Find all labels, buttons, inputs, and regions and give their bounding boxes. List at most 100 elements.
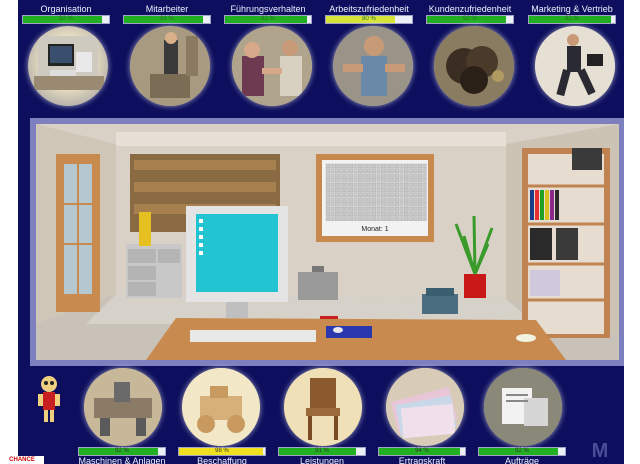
kpi-label: Beschaffung — [197, 456, 247, 464]
orders-icon[interactable] — [484, 368, 562, 446]
board-cell — [422, 216, 427, 221]
board-cell — [413, 163, 418, 169]
board-cell — [367, 211, 372, 217]
board-cell — [362, 187, 367, 193]
board-cell — [362, 192, 367, 197]
kpi-mitarbeiter[interactable]: Mitarbeiter 84 % — [119, 4, 215, 24]
board-cell — [335, 211, 340, 217]
board-cell — [358, 207, 363, 212]
mouse[interactable] — [333, 327, 343, 333]
board-cell — [348, 163, 353, 169]
board-cell — [404, 173, 409, 178]
kpi-bar: 94 % — [378, 447, 466, 456]
kpi-label: Aufträge — [504, 456, 540, 464]
kpi-beschaffung[interactable]: 98 % Beschaffung — [174, 447, 270, 464]
board-cell — [344, 211, 349, 217]
kpi-ertragskraft[interactable]: 94 % Ertragskraft — [374, 447, 470, 464]
board-cell — [344, 168, 349, 173]
money-icon[interactable] — [386, 368, 464, 446]
board-cell — [390, 216, 395, 221]
board-cell — [371, 183, 376, 188]
board-cell — [413, 183, 418, 188]
board-cell — [367, 202, 372, 207]
board-cell — [399, 168, 404, 173]
board-cell — [325, 168, 330, 173]
board-cell — [330, 187, 335, 193]
board-cell — [408, 207, 413, 212]
board-cell — [339, 202, 344, 207]
board-cell — [404, 187, 409, 193]
board-cell — [385, 192, 390, 197]
kpi-organisation[interactable]: Organisation 92 % — [18, 4, 114, 24]
board-cell — [385, 163, 390, 169]
kpi-label: Leistungen — [299, 456, 345, 464]
office-scene: Monat: 1 — [30, 118, 624, 366]
board-cell — [339, 187, 344, 193]
board-cell — [390, 202, 395, 207]
brand-logo: CHANCE — [0, 456, 44, 464]
board-cell — [325, 173, 330, 178]
board-cell — [381, 178, 386, 183]
employee-icon[interactable] — [130, 26, 210, 106]
board-cell — [344, 207, 349, 212]
board-cell — [413, 187, 418, 193]
kpi-leistungen[interactable]: 91 % Leistungen — [274, 447, 370, 464]
kpi-fuehrung[interactable]: Führungsverhalten 92 % — [220, 4, 316, 24]
board-cell — [417, 216, 422, 221]
board-cell — [362, 173, 367, 178]
board-cell — [348, 216, 353, 221]
board-cell — [404, 216, 409, 221]
helper-character-icon[interactable] — [36, 374, 62, 426]
board-cell — [348, 183, 353, 188]
board-cell — [348, 173, 353, 178]
board-cell — [422, 202, 427, 207]
board-cell — [353, 197, 358, 202]
board-cell — [399, 197, 404, 202]
kpi-bar: 80 % — [325, 15, 413, 24]
board-cell — [330, 183, 335, 188]
board-cell — [394, 183, 399, 188]
kpi-auftraege[interactable]: 92 % Aufträge — [474, 447, 570, 464]
board-cell — [358, 178, 363, 183]
board-cell — [339, 192, 344, 197]
kpi-label: Maschinen & Anlagen — [78, 456, 166, 464]
kpi-label: Marketing & Vertrieb — [531, 4, 613, 14]
businessman-running-icon[interactable] — [535, 26, 615, 106]
board-cell — [353, 183, 358, 188]
board-cell — [344, 163, 349, 169]
board-cell — [417, 207, 422, 212]
keyboard[interactable] — [190, 330, 316, 342]
telephone[interactable] — [422, 294, 458, 314]
board-cell — [390, 207, 395, 212]
computer-workstation-icon[interactable] — [28, 26, 108, 106]
kpi-marketing[interactable]: Marketing & Vertrieb 92 % — [524, 4, 620, 24]
kpi-kundenzufriedenheit[interactable]: Kundenzufriedenheit 92 % — [422, 4, 518, 24]
board-cell — [330, 178, 335, 183]
board-cell — [394, 187, 399, 193]
board-cell — [330, 168, 335, 173]
worker-icon[interactable] — [333, 26, 413, 106]
kpi-maschinen[interactable]: 92 % Maschinen & Anlagen — [74, 447, 170, 464]
board-cell — [417, 173, 422, 178]
machine-icon[interactable] — [84, 368, 162, 446]
board-cell — [390, 192, 395, 197]
briefcase[interactable] — [298, 272, 338, 300]
handshake-icon[interactable] — [232, 26, 312, 106]
board-cell — [325, 187, 330, 193]
board-cell — [399, 207, 404, 212]
board-cell — [367, 168, 372, 173]
kpi-arbeitszufriedenheit[interactable]: Arbeitszufriedenheit 80 % — [321, 4, 417, 24]
board-cell — [362, 197, 367, 202]
crowd-icon[interactable] — [434, 26, 514, 106]
board-cell — [390, 197, 395, 202]
chair-icon[interactable] — [284, 368, 362, 446]
board-cell — [381, 202, 386, 207]
board-cell — [413, 211, 418, 217]
board-cell — [408, 197, 413, 202]
board-cell — [335, 216, 340, 221]
board-cell — [325, 192, 330, 197]
board-cell — [330, 173, 335, 178]
board-cell — [339, 173, 344, 178]
board-cell — [367, 192, 372, 197]
wooden-toy-icon[interactable] — [182, 368, 260, 446]
